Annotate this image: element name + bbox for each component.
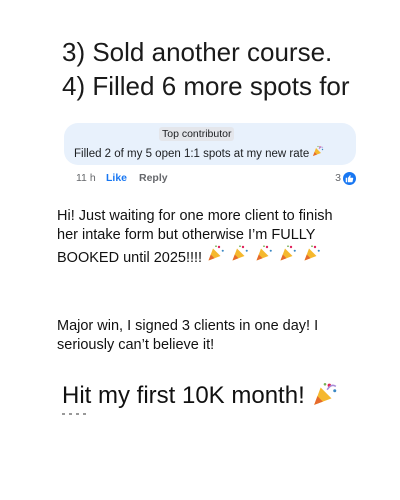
testimonial-2-text: Major win, I signed 3 clients in one day… xyxy=(57,318,319,353)
comment-text: Filled 2 of my 5 open 1:1 spots at my ne… xyxy=(74,148,310,160)
headline-line-1: 3) Sold another course. xyxy=(62,37,333,67)
comment-text-row: Filled 2 of my 5 open 1:1 spots at my ne… xyxy=(74,145,324,162)
like-button[interactable]: Like xyxy=(106,170,127,186)
reaction-count[interactable]: 3 xyxy=(335,170,356,186)
party-popper-icon xyxy=(302,244,322,268)
headline-line-2: 4) Filled 6 more spots for xyxy=(62,71,350,101)
testimonial-3: Hit my first 10K month! xyxy=(62,380,339,412)
party-popper-icon xyxy=(312,145,324,162)
reaction-count-number: 3 xyxy=(335,172,341,184)
comment-time: 11 h xyxy=(76,172,96,184)
comment-bubble: Top contributor Filled 2 of my 5 open 1:… xyxy=(64,123,356,165)
testimonial-2: Major win, I signed 3 clients in one day… xyxy=(57,317,357,354)
party-popper-icon xyxy=(230,244,250,268)
comment-meta: 11 h Like Reply 3 xyxy=(76,170,356,186)
reply-button[interactable]: Reply xyxy=(139,170,168,186)
party-popper-icon xyxy=(206,244,226,268)
testimonial-3-text: Hit my first 10K month! xyxy=(62,382,305,409)
party-popper-icon xyxy=(254,244,274,268)
cropped-text-fragment xyxy=(62,413,102,417)
thumbs-up-icon xyxy=(343,171,356,185)
top-contributor-badge: Top contributor xyxy=(159,127,235,141)
party-popper-icon xyxy=(311,380,339,412)
testimonial-1: Hi! Just waiting for one more client to … xyxy=(57,207,357,268)
party-popper-icon xyxy=(278,244,298,268)
